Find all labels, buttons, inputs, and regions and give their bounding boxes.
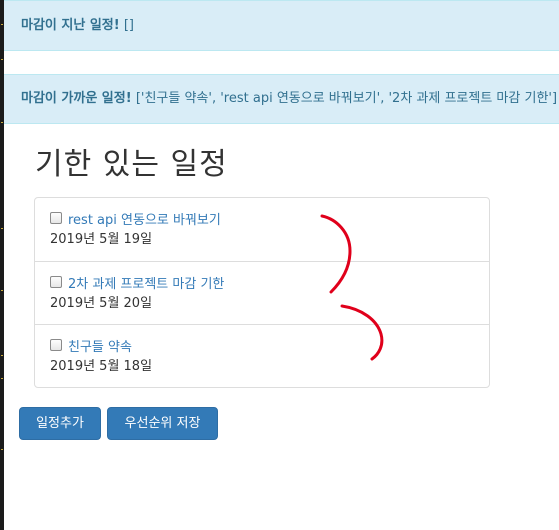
annotation-stroke-2	[340, 304, 384, 361]
annotation-stroke-1	[320, 214, 352, 294]
red-annotation-marks	[320, 214, 384, 361]
